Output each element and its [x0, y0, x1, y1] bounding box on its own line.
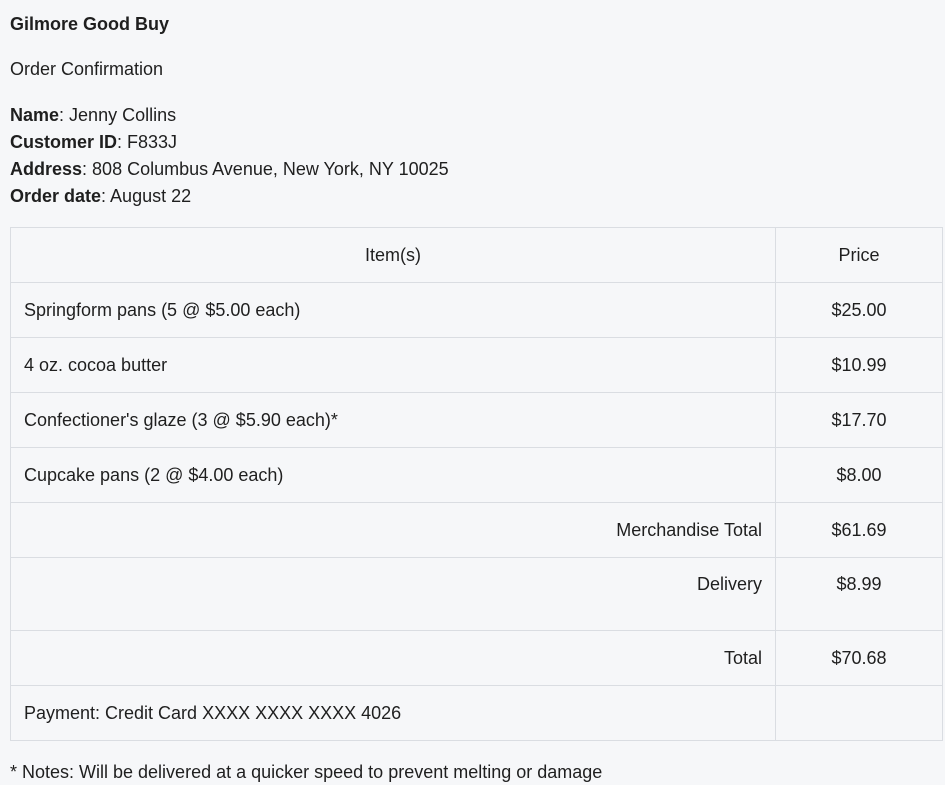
- order-date-value: August 22: [110, 186, 192, 206]
- order-date-label: Order date: [10, 186, 102, 206]
- customer-id-line: Customer ID: F833J: [10, 132, 178, 152]
- customer-address-value: 808 Columbus Avenue, New York, NY 10025: [92, 159, 449, 179]
- items-column-header: Item(s): [10, 227, 776, 283]
- total-row: Total $70.68: [10, 630, 943, 686]
- delivery-value: $8.99: [775, 557, 943, 631]
- order-table: Item(s) Price Springform pans (5 @ $5.00…: [10, 227, 943, 741]
- table-row: Confectioner's glaze (3 @ $5.90 each)* $…: [10, 392, 943, 448]
- payment-info: Payment: Credit Card XXXX XXXX XXXX 4026: [10, 685, 776, 741]
- customer-id-label: Customer ID: [10, 132, 118, 152]
- item-price: $10.99: [775, 337, 943, 393]
- item-price: $8.00: [775, 447, 943, 503]
- customer-name-label: Name: [10, 105, 60, 125]
- store-name: Gilmore Good Buy: [10, 14, 170, 34]
- merchandise-total-label: Merchandise Total: [10, 502, 776, 558]
- item-price: $17.70: [775, 392, 943, 448]
- total-value: $70.68: [775, 630, 943, 686]
- payment-empty-cell: [775, 685, 943, 741]
- table-row: Cupcake pans (2 @ $4.00 each) $8.00: [10, 447, 943, 503]
- customer-name-value: Jenny Collins: [69, 105, 177, 125]
- total-label: Total: [10, 630, 776, 686]
- customer-address-label: Address: [10, 159, 83, 179]
- merchandise-total-row: Merchandise Total $61.69: [10, 502, 943, 558]
- table-header-row: Item(s) Price: [10, 227, 943, 283]
- delivery-row: Delivery $8.99: [10, 557, 943, 631]
- delivery-note: * Notes: Will be delivered at a quicker …: [10, 762, 603, 782]
- payment-row: Payment: Credit Card XXXX XXXX XXXX 4026: [10, 685, 943, 741]
- table-row: 4 oz. cocoa butter $10.99: [10, 337, 943, 393]
- item-description: 4 oz. cocoa butter: [10, 337, 776, 393]
- document-title: Order Confirmation: [10, 59, 164, 79]
- customer-id-value: F833J: [127, 132, 178, 152]
- item-description: Cupcake pans (2 @ $4.00 each): [10, 447, 776, 503]
- item-description: Springform pans (5 @ $5.00 each): [10, 282, 776, 338]
- customer-address-line: Address: 808 Columbus Avenue, New York, …: [10, 159, 449, 179]
- item-price: $25.00: [775, 282, 943, 338]
- customer-name-line: Name: Jenny Collins: [10, 105, 177, 125]
- order-date-line: Order date: August 22: [10, 186, 192, 206]
- delivery-label: Delivery: [10, 557, 776, 631]
- customer-info: Name: Jenny Collins Customer ID: F833J A…: [10, 102, 449, 210]
- table-row: Springform pans (5 @ $5.00 each) $25.00: [10, 282, 943, 338]
- merchandise-total-value: $61.69: [775, 502, 943, 558]
- item-description: Confectioner's glaze (3 @ $5.90 each)*: [10, 392, 776, 448]
- price-column-header: Price: [775, 227, 943, 283]
